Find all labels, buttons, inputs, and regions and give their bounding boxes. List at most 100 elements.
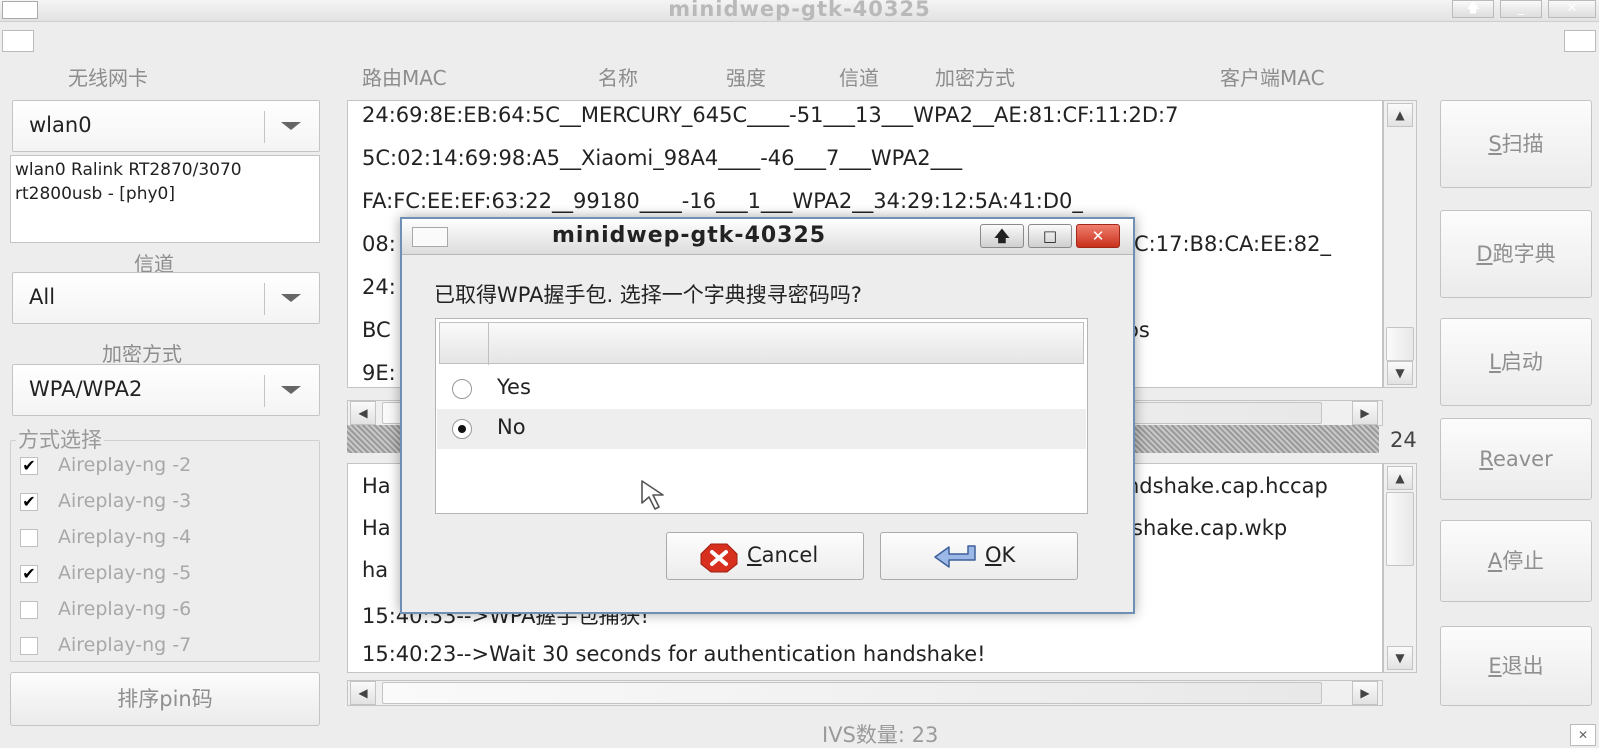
reaver-button[interactable]: Reaver xyxy=(1440,418,1592,500)
log-line-tail: ndshake.cap.hccap xyxy=(1126,474,1328,498)
exit-button-label: 退出 xyxy=(1501,654,1544,678)
list-item[interactable]: 9E: xyxy=(362,361,396,385)
cancel-button[interactable]: Cancel xyxy=(666,532,864,580)
exit-button-key: E xyxy=(1488,654,1502,678)
close-button[interactable]: ✕ xyxy=(1548,0,1596,18)
confirm-dialog: minidwep-gtk-40325 🡅 □ ✕ 已取得WPA握手包. 选择一个… xyxy=(400,217,1135,614)
up-arrow-icon: 🡅 xyxy=(1466,1,1480,16)
maximize-button[interactable]: 🡅 xyxy=(1452,0,1494,18)
scroll-thumb[interactable] xyxy=(382,682,1322,704)
log-list-hscroll[interactable]: ◀ ▶ xyxy=(347,680,1383,706)
up-arrow-icon: 🡅 xyxy=(994,227,1010,245)
dialog-app-icon[interactable] xyxy=(412,227,448,247)
ap-list-vscroll[interactable]: ▲ ▼ xyxy=(1383,100,1417,388)
window-titlebar: minidwep-gtk-40325 🡅 _ ✕ xyxy=(0,0,1599,22)
channel-select[interactable]: All xyxy=(12,272,320,324)
nic-label: 无线网卡 xyxy=(68,66,148,90)
scroll-right-icon[interactable]: ▶ xyxy=(1352,401,1378,425)
method-label: Aireplay-ng -4 xyxy=(58,526,192,548)
method-label: Aireplay-ng -2 xyxy=(58,454,192,476)
close-icon: ✕ xyxy=(1566,1,1578,16)
log-line: ha xyxy=(362,558,389,582)
checkbox-box[interactable] xyxy=(20,601,38,619)
enter-arrow-icon xyxy=(934,545,976,568)
ivs-count: IVS数量: 23 xyxy=(822,723,939,747)
scroll-thumb[interactable] xyxy=(1386,327,1414,361)
option-label: Yes xyxy=(497,375,531,399)
dialog-close-button[interactable]: ✕ xyxy=(1076,224,1120,248)
options-header xyxy=(439,322,1084,365)
dialog-question: 已取得WPA握手包. 选择一个字典搜寻密码吗? xyxy=(434,283,862,307)
options-list: Yes No xyxy=(435,318,1088,514)
scroll-down-icon[interactable]: ▼ xyxy=(1387,646,1413,670)
list-item[interactable]: 24:69:8E:EB:64:5C__MERCURY_645C____-51__… xyxy=(362,103,1178,127)
scroll-left-icon[interactable]: ◀ xyxy=(350,681,376,705)
log-line: Ha xyxy=(362,516,391,540)
log-line: Ha xyxy=(362,474,391,498)
option-yes[interactable]: Yes xyxy=(437,369,1086,409)
chevron-down-icon xyxy=(281,386,301,394)
col-channel: 信道 xyxy=(839,66,879,90)
nic-select[interactable]: wlan0 xyxy=(12,100,320,152)
checkbox-box[interactable]: ✔ xyxy=(20,457,38,475)
channel-select-value: All xyxy=(29,285,56,309)
ok-button[interactable]: OK xyxy=(880,532,1078,580)
checkbox-box[interactable] xyxy=(20,637,38,655)
method-label: Aireplay-ng -6 xyxy=(58,598,192,620)
dialog-titlebar: minidwep-gtk-40325 🡅 □ ✕ xyxy=(402,219,1133,255)
start-button[interactable]: L启动 xyxy=(1440,318,1592,406)
col-router-mac: 路由MAC xyxy=(362,66,447,90)
list-item-tail: C:17:B8:CA:EE:82_ xyxy=(1134,232,1331,256)
sort-pin-button[interactable]: 排序pin码 xyxy=(10,672,320,726)
checkbox-box[interactable] xyxy=(20,529,38,547)
close-icon: ✕ xyxy=(1091,227,1105,245)
method-label: Aireplay-ng -5 xyxy=(58,562,192,584)
cancel-icon xyxy=(700,543,738,573)
checkbox-box[interactable]: ✔ xyxy=(20,565,38,583)
scroll-up-icon[interactable]: ▲ xyxy=(1387,466,1413,490)
maximize-icon: □ xyxy=(1042,227,1058,245)
col-signal: 强度 xyxy=(726,66,766,90)
menu-toggle-left[interactable] xyxy=(2,30,34,52)
chevron-down-icon xyxy=(281,122,301,130)
col-client-mac: 客户端MAC xyxy=(1220,66,1325,90)
menu-toggle-right[interactable] xyxy=(1564,30,1596,52)
list-item[interactable]: 24: xyxy=(362,275,396,299)
progress-value: 24 xyxy=(1390,428,1417,452)
radio-button-selected[interactable] xyxy=(452,419,472,439)
dialog-pin-button[interactable]: 🡅 xyxy=(980,224,1024,248)
ok-button-label: OK xyxy=(985,543,1016,567)
dictionary-button[interactable]: D跑字典 xyxy=(1440,210,1592,298)
minimize-button[interactable]: _ xyxy=(1500,0,1542,18)
corner-close-icon[interactable]: ✕ xyxy=(1570,724,1596,746)
radio-button[interactable] xyxy=(452,379,472,399)
scan-button-label: 扫描 xyxy=(1501,132,1544,156)
dialog-title: minidwep-gtk-40325 xyxy=(552,223,827,248)
scan-button[interactable]: S扫描 xyxy=(1440,100,1592,188)
log-line: 15:40:23-->Wait 30 seconds for authentic… xyxy=(362,642,986,666)
scroll-right-icon[interactable]: ▶ xyxy=(1352,681,1378,705)
chevron-down-icon xyxy=(281,294,301,302)
encryption-select-value: WPA/WPA2 xyxy=(29,377,143,401)
mouse-cursor-icon xyxy=(641,480,664,510)
exit-button[interactable]: E退出 xyxy=(1440,626,1592,706)
scroll-left-icon[interactable]: ◀ xyxy=(350,401,376,425)
stop-button[interactable]: A停止 xyxy=(1440,520,1592,602)
scroll-thumb[interactable] xyxy=(1386,492,1414,566)
start-button-label: 启动 xyxy=(1500,350,1543,374)
checkbox-box[interactable]: ✔ xyxy=(20,493,38,511)
scroll-up-icon[interactable]: ▲ xyxy=(1387,103,1413,127)
encryption-select[interactable]: WPA/WPA2 xyxy=(12,364,320,416)
option-label: No xyxy=(497,415,526,439)
dialog-maximize-button[interactable]: □ xyxy=(1028,224,1072,248)
list-item[interactable]: 08: xyxy=(362,232,396,256)
list-item[interactable]: FA:FC:EE:EF:63:22__99180____-16___1___WP… xyxy=(362,189,1083,213)
dictionary-button-key: D xyxy=(1476,242,1493,266)
list-item[interactable]: 5C:02:14:69:98:A5__Xiaomi_98A4____-46___… xyxy=(362,146,962,170)
scroll-down-icon[interactable]: ▼ xyxy=(1387,361,1413,385)
log-list-vscroll[interactable]: ▲ ▼ xyxy=(1383,463,1417,673)
nic-info: wlan0 Ralink RT2870/3070 rt2800usb - [ph… xyxy=(10,155,320,243)
reaver-button-key: R xyxy=(1479,447,1493,471)
list-item[interactable]: BC xyxy=(362,318,391,342)
option-no[interactable]: No xyxy=(437,409,1086,449)
